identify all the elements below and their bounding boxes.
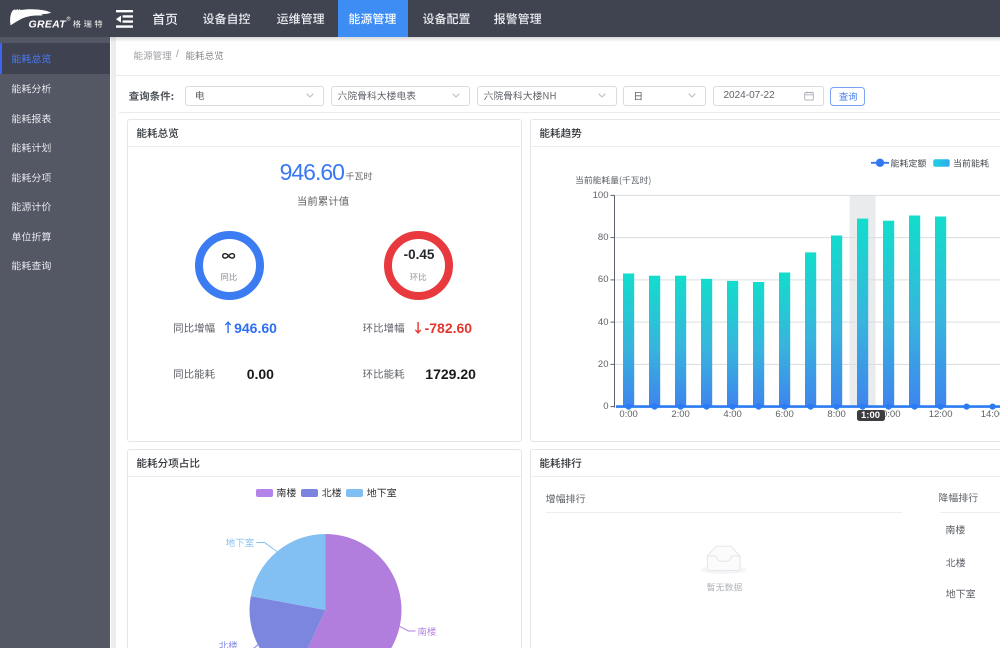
svg-text:®: ® xyxy=(67,16,71,23)
svg-text:GREAT: GREAT xyxy=(29,19,68,31)
